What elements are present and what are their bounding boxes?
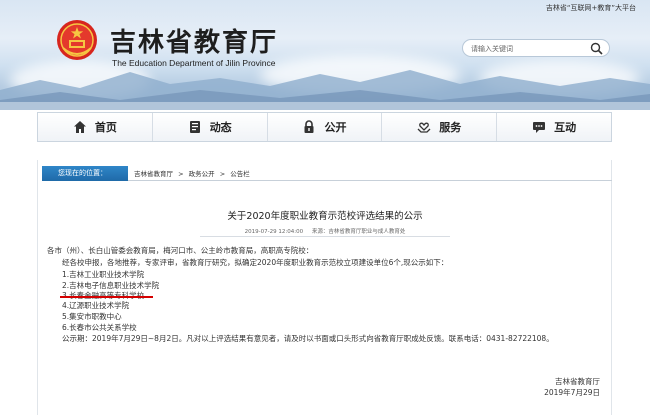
search-input[interactable]: [471, 42, 586, 55]
nav-item-label: 公开: [324, 121, 347, 134]
list-item: 5.集安市职教中心: [62, 312, 122, 321]
nav-item-service[interactable]: 服务: [382, 113, 498, 141]
document-icon: [189, 121, 200, 133]
site-subtitle: The Education Department of Jilin Provin…: [112, 58, 276, 68]
sign-date: 2019年7月29日: [544, 388, 600, 397]
notice-paragraph: 公示期：2019年7月29日~8月2日。凡对以上评选结果有意见者，请及时以书面或…: [62, 334, 554, 343]
nav-item-label: 首页: [94, 121, 117, 134]
nav-item-news[interactable]: 动态: [153, 113, 268, 141]
article-source: 来源：吉林省教育厅职业与成人教育处: [311, 229, 406, 235]
article-title: 关于2020年度职业教育示范校评选结果的公示: [227, 211, 423, 222]
search-icon[interactable]: [590, 42, 603, 55]
home-icon: [73, 121, 86, 133]
nav-item-label: 动态: [209, 121, 232, 134]
search-box: [462, 39, 610, 57]
breadcrumb-link-home[interactable]: 吉林省教育厅: [134, 170, 173, 178]
list-item: 1.吉林工业职业技术学院: [62, 270, 145, 279]
hands-heart-icon: [417, 122, 431, 133]
location-label: 您现在的位置：: [42, 166, 128, 181]
list-item: 6.长春市公共关系学校: [62, 323, 137, 332]
breadcrumb-separator: >: [178, 170, 184, 178]
nav-item-label: 互动: [554, 121, 577, 134]
lock-icon: [304, 120, 314, 133]
breadcrumb: 您现在的位置： 吉林省教育厅 > 政务公开 > 公告栏: [42, 166, 612, 181]
breadcrumb-link-notice[interactable]: 公告栏: [230, 170, 250, 178]
article-meta: 2019-07-29 12:04:00 来源：吉林省教育厅职业与成人教育处: [0, 227, 650, 235]
intro-paragraph: 经各校申报，各地推荐，专家评审，省教育厅研究，拟确定2020年度职业教育示范校立…: [62, 258, 449, 267]
highlight-underline: [60, 296, 153, 298]
divider: [200, 236, 450, 237]
site-header: 吉林省“互联网+教育”大平台 吉林省教育厅 The Education Depa…: [0, 0, 650, 110]
nav-item-label: 服务: [439, 121, 462, 134]
main-nav: 首页 动态 公开 服务 互动: [37, 112, 612, 142]
nav-item-home[interactable]: 首页: [38, 113, 153, 141]
nav-item-public[interactable]: 公开: [268, 113, 383, 141]
article-date: 2019-07-29 12:04:00: [244, 229, 304, 235]
national-emblem-icon: [57, 20, 97, 60]
breadcrumb-link-public[interactable]: 政务公开: [189, 170, 215, 178]
site-title: 吉林省教育厅: [110, 28, 279, 58]
list-item: 4.辽源职业技术学院: [62, 301, 130, 310]
chat-icon: [533, 122, 546, 133]
salutation: 各市（州）、长白山管委会教育局，梅河口市、公主岭市教育局，高职高专院校：: [47, 246, 314, 255]
signer: 吉林省教育厅: [555, 377, 600, 386]
breadcrumb-separator: >: [219, 170, 226, 178]
nav-item-interact[interactable]: 互动: [497, 113, 611, 141]
top-platform-link[interactable]: 吉林省“互联网+教育”大平台: [546, 3, 636, 13]
